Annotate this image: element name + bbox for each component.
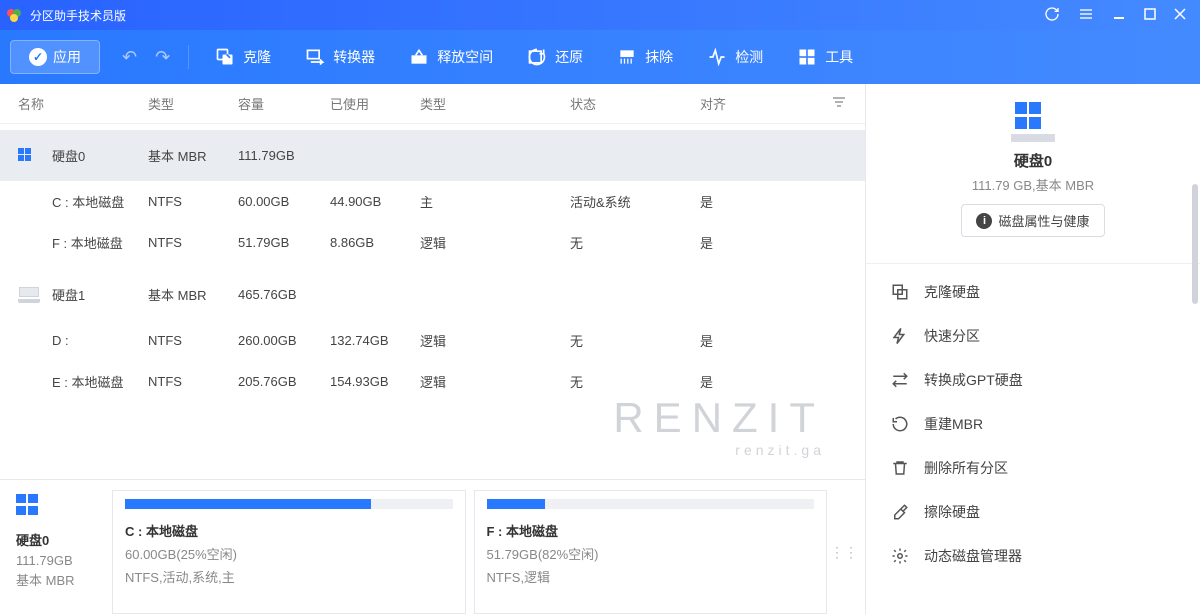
close-button[interactable] [1174, 8, 1186, 22]
col-capacity[interactable]: 容量 [238, 94, 330, 113]
titlebar: 分区助手技术员版 [0, 0, 1200, 30]
col-type[interactable]: 类型 [148, 94, 238, 113]
minimize-button[interactable] [1112, 7, 1126, 23]
side-header: 硬盘0 111.79 GB,基本 MBR i 磁盘属性与健康 [866, 84, 1200, 249]
trash-icon [890, 458, 910, 478]
disk-large-icon [1009, 102, 1057, 142]
check-icon: ✓ [29, 48, 47, 66]
disk-row[interactable]: 硬盘0 基本 MBR 111.79GB [0, 130, 865, 181]
action-erase-disk[interactable]: 擦除硬盘 [866, 490, 1200, 534]
info-icon: i [976, 213, 992, 229]
restore-icon [527, 47, 547, 67]
window-controls [1044, 6, 1194, 24]
disk-icon [18, 287, 40, 303]
col-state[interactable]: 状态 [570, 94, 700, 113]
rebuild-icon [890, 414, 910, 434]
partition-row[interactable]: D : NTFS 260.00GB 132.74GB 逻辑 无 是 [0, 320, 865, 361]
toolbar-clone[interactable]: 克隆 [201, 41, 285, 73]
disk-list: 硬盘0 基本 MBR 111.79GB C : 本地磁盘 NTFS 60.00G… [0, 124, 865, 479]
maximize-button[interactable] [1144, 8, 1156, 22]
col-align[interactable]: 对齐 [700, 94, 760, 113]
action-delete-all[interactable]: 删除所有分区 [866, 446, 1200, 490]
action-clone-disk[interactable]: 克隆硬盘 [866, 270, 1200, 314]
toolbar: ✓ 应用 ↶ ↷ 克隆 转换器 释放空间 还原 抹除 检测 工具 [0, 30, 1200, 84]
action-rebuild-mbr[interactable]: 重建MBR [866, 402, 1200, 446]
gear-icon [890, 546, 910, 566]
disk-properties-button[interactable]: i 磁盘属性与健康 [961, 204, 1104, 237]
freespace-icon [409, 47, 429, 67]
menu-icon[interactable] [1078, 6, 1094, 24]
table-header: 名称 类型 容量 已使用 类型 状态 对齐 [0, 84, 865, 124]
partition-row[interactable]: E : 本地磁盘 NTFS 205.76GB 154.93GB 逻辑 无 是 [0, 361, 865, 402]
clone-disk-icon [890, 282, 910, 302]
scrollbar[interactable] [1192, 184, 1198, 304]
partition-row[interactable]: C : 本地磁盘 NTFS 60.00GB 44.90GB 主 活动&系统 是 [0, 181, 865, 222]
toolbar-restore[interactable]: 还原 [513, 41, 597, 73]
usage-bar [125, 499, 371, 509]
refresh-icon[interactable] [1044, 6, 1060, 24]
side-panel: 硬盘0 111.79 GB,基本 MBR i 磁盘属性与健康 克隆硬盘 快速分区… [866, 84, 1200, 614]
toolbar-converter[interactable]: 转换器 [291, 41, 389, 73]
partition-map: 硬盘0 111.79GB 基本 MBR C : 本地磁盘 60.00GB(25%… [0, 479, 865, 614]
apply-label: 应用 [53, 47, 81, 67]
separator [188, 45, 189, 69]
action-quick-partition[interactable]: 快速分区 [866, 314, 1200, 358]
convert-icon [890, 370, 910, 390]
disk-panel: 名称 类型 容量 已使用 类型 状态 对齐 硬盘0 基本 MBR 111.79G… [0, 84, 866, 614]
disk-summary[interactable]: 硬盘0 111.79GB 基本 MBR [12, 490, 104, 614]
toolbar-wipe[interactable]: 抹除 [603, 41, 687, 73]
col-name[interactable]: 名称 [18, 94, 148, 113]
usage-bar [487, 499, 546, 509]
disk-row[interactable]: 硬盘1 基本 MBR 465.76GB [0, 269, 865, 320]
separator [866, 263, 1200, 264]
redo-button[interactable]: ↷ [149, 47, 176, 68]
action-dynamic-disk[interactable]: 动态磁盘管理器 [866, 534, 1200, 578]
undo-button[interactable]: ↶ [116, 47, 143, 68]
toolbar-freespace[interactable]: 释放空间 [395, 41, 507, 73]
converter-icon [305, 47, 325, 67]
col-used[interactable]: 已使用 [330, 94, 420, 113]
tools-icon [797, 47, 817, 67]
windows-icon [16, 494, 40, 516]
toolbar-tools[interactable]: 工具 [783, 41, 867, 73]
clone-icon [215, 47, 235, 67]
bolt-icon [890, 326, 910, 346]
wipe-icon [617, 47, 637, 67]
erase-icon [890, 502, 910, 522]
drag-handle-icon[interactable]: ⋮⋮ [835, 490, 853, 614]
sort-icon[interactable] [831, 96, 847, 111]
app-logo-icon [6, 7, 22, 23]
partition-card[interactable]: F : 本地磁盘 51.79GB(82%空闲) NTFS,逻辑 [474, 490, 828, 614]
check-pulse-icon [707, 47, 727, 67]
apply-button[interactable]: ✓ 应用 [10, 40, 100, 74]
partition-row[interactable]: F : 本地磁盘 NTFS 51.79GB 8.86GB 逻辑 无 是 [0, 222, 865, 263]
toolbar-check[interactable]: 检测 [693, 41, 777, 73]
disk-icon [18, 148, 40, 164]
partition-card[interactable]: C : 本地磁盘 60.00GB(25%空闲) NTFS,活动,系统,主 [112, 490, 466, 614]
app-title: 分区助手技术员版 [30, 7, 1044, 24]
action-convert-gpt[interactable]: 转换成GPT硬盘 [866, 358, 1200, 402]
col-ptype[interactable]: 类型 [420, 94, 570, 113]
